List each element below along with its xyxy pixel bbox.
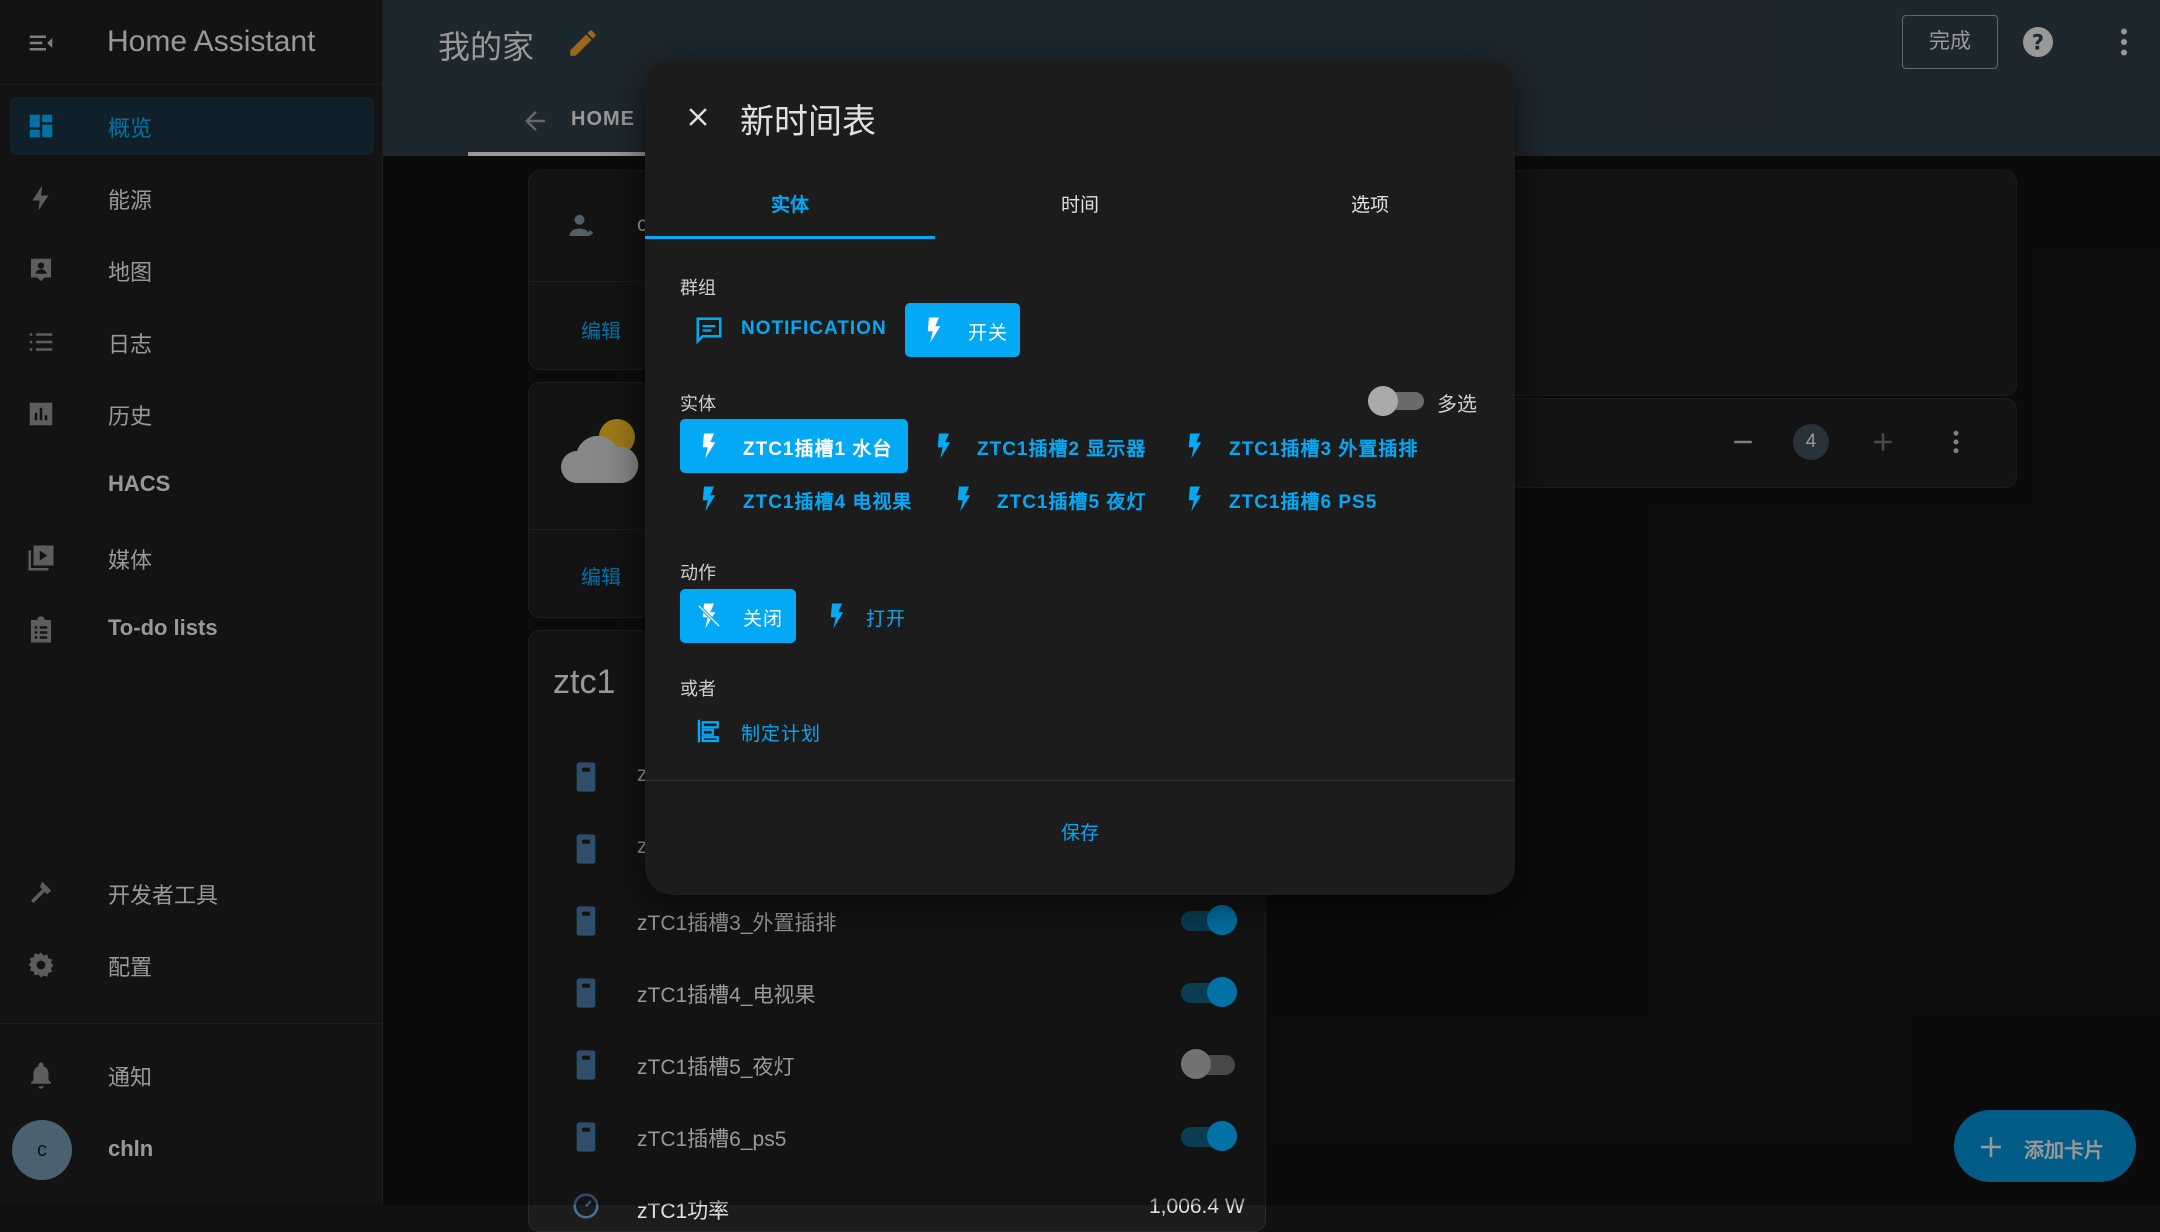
flash-icon	[1188, 433, 1202, 459]
entity-chip-slot1[interactable]: ZTC1插槽1 水台	[680, 419, 908, 473]
tab-entity[interactable]: 实体	[645, 190, 935, 217]
flash-icon	[937, 433, 951, 459]
action-section-label: 动作	[680, 563, 716, 583]
make-plan-button[interactable]: 制定计划	[680, 704, 840, 758]
entity-section-label: 实体	[680, 394, 716, 414]
flash-icon	[830, 603, 844, 629]
action-chip-on[interactable]: 打开	[808, 589, 918, 643]
chip-label: 制定计划	[741, 724, 822, 745]
group-section-label: 群组	[680, 278, 716, 298]
chip-label: ZTC1插槽5 夜灯	[997, 492, 1147, 513]
save-button[interactable]: 保存	[645, 818, 1515, 845]
or-section-label: 或者	[680, 679, 716, 699]
tab-indicator	[645, 236, 935, 239]
chip-label: NOTIFICATION	[741, 318, 887, 339]
entity-chip-slot2[interactable]: ZTC1插槽2 显示器	[915, 419, 1155, 473]
chip-label: ZTC1插槽3 外置插排	[1229, 439, 1419, 460]
chip-label: ZTC1插槽1 水台	[743, 439, 893, 460]
flash-icon	[702, 486, 716, 512]
flash-icon	[1188, 486, 1202, 512]
flash-icon	[702, 433, 716, 459]
tab-time[interactable]: 时间	[935, 190, 1225, 217]
dialog-title: 新时间表	[740, 103, 876, 141]
chip-label: 开关	[968, 323, 1009, 344]
multi-select-toggle[interactable]	[1368, 386, 1424, 416]
chip-label: 关闭	[743, 609, 784, 630]
flash-off-icon	[697, 603, 721, 629]
entity-chip-slot6[interactable]: ZTC1插槽6 PS5	[1166, 472, 1376, 526]
timeline-text-icon	[697, 719, 719, 743]
entity-chip-slot4[interactable]: ZTC1插槽4 电视果	[680, 472, 920, 526]
flash-icon	[957, 486, 971, 512]
close-icon[interactable]	[683, 102, 713, 132]
dialog-divider	[645, 780, 1515, 781]
chip-label: ZTC1插槽6 PS5	[1229, 492, 1378, 513]
group-chip-notification[interactable]: NOTIFICATION	[680, 303, 895, 357]
new-schedule-dialog: 新时间表 实体 时间 选项 群组 NOTIFICATION 开关 实体 多选 Z…	[645, 60, 1515, 895]
action-chip-off[interactable]: 关闭	[680, 589, 796, 643]
chip-label: 打开	[866, 609, 907, 630]
message-text-icon	[696, 317, 722, 345]
group-chip-switch[interactable]: 开关	[905, 303, 1020, 357]
entity-chip-slot3[interactable]: ZTC1插槽3 外置插排	[1166, 419, 1436, 473]
chip-label: ZTC1插槽2 显示器	[977, 439, 1147, 460]
flash-icon	[927, 317, 941, 343]
multi-select-label: 多选	[1437, 394, 1477, 416]
entity-chip-slot5[interactable]: ZTC1插槽5 夜灯	[935, 472, 1160, 526]
tab-options[interactable]: 选项	[1225, 190, 1515, 217]
chip-label: ZTC1插槽4 电视果	[743, 492, 913, 513]
